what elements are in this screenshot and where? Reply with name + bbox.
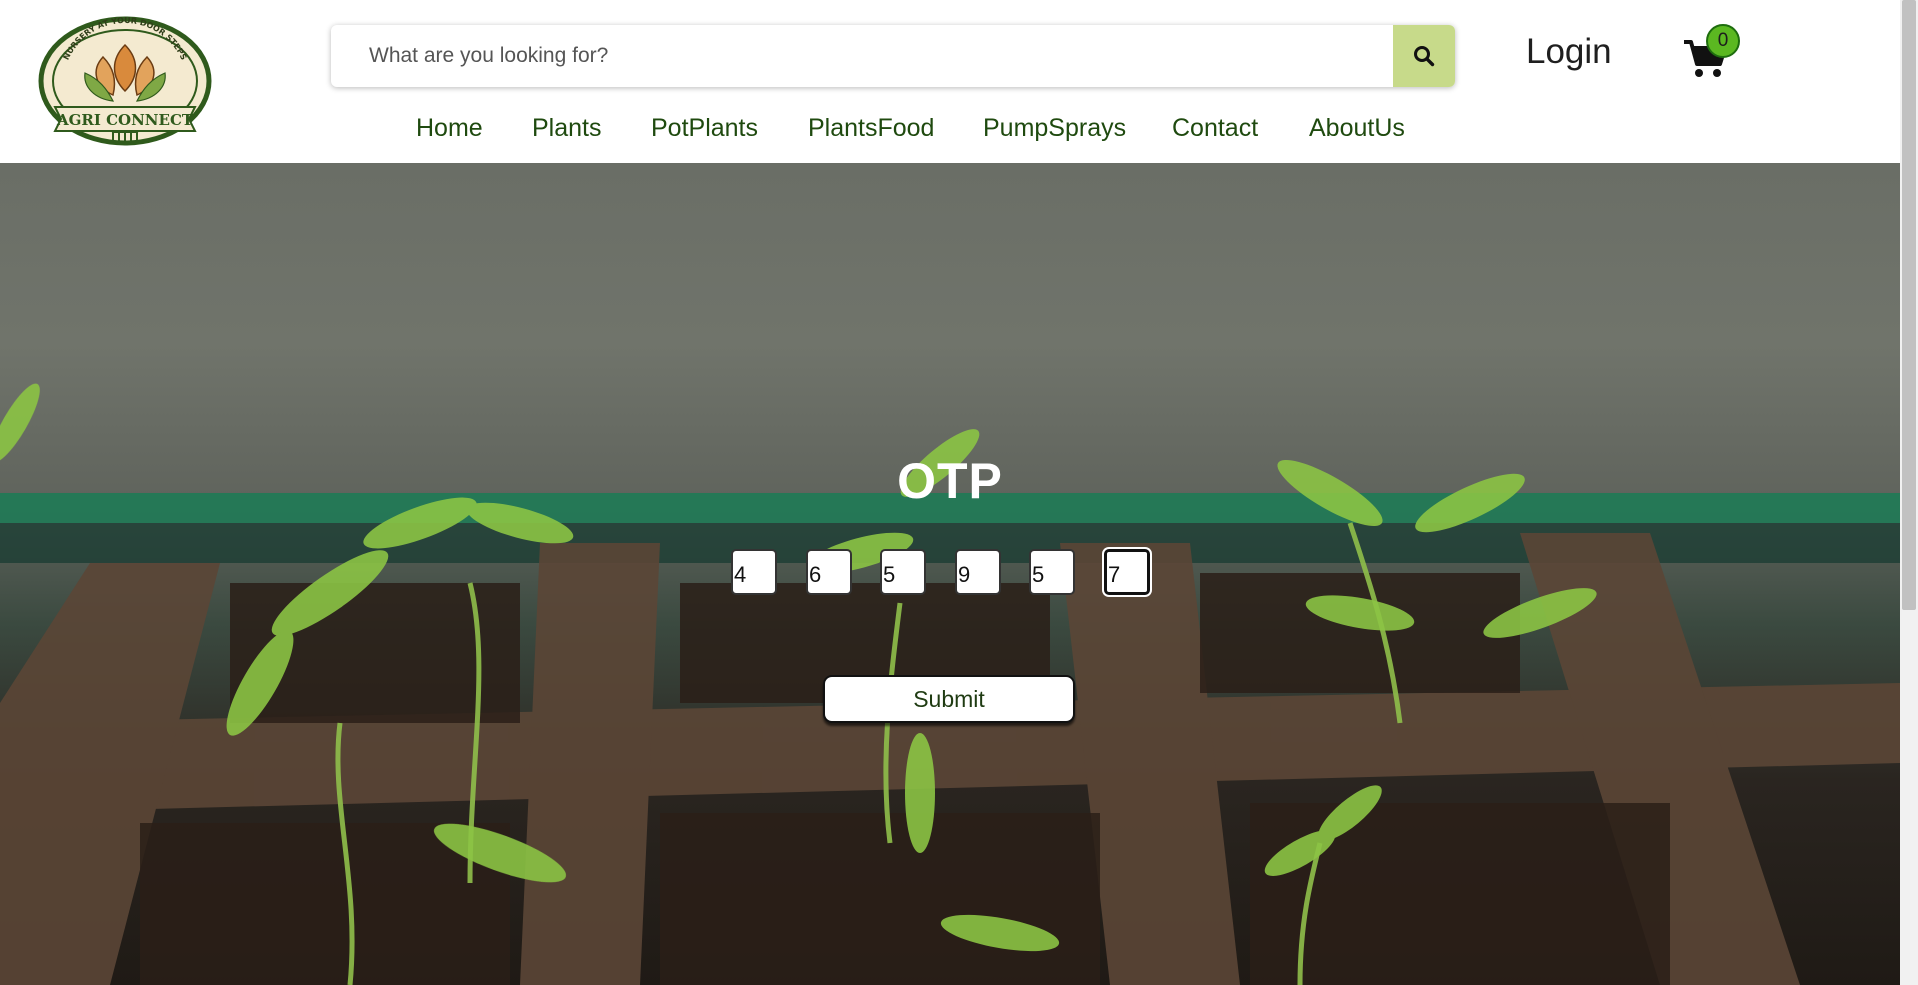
search-button[interactable] (1393, 25, 1455, 87)
otp-digit-5[interactable] (1029, 549, 1075, 595)
otp-digit-2[interactable] (806, 549, 852, 595)
cart-count-badge: 0 (1706, 24, 1740, 58)
scrollbar-thumb[interactable] (1902, 0, 1916, 610)
site-header: NURSERY AT YOUR DOOR STEPS AGRI CONNECT (0, 0, 1900, 163)
otp-digit-1[interactable] (731, 549, 777, 595)
nav-item-pumpsprays[interactable]: PumpSprays (983, 114, 1126, 143)
otp-digit-4[interactable] (955, 549, 1001, 595)
main-nav: Home Plants PotPlants PlantsFood PumpSpr… (0, 114, 1900, 148)
nav-item-home[interactable]: Home (416, 114, 483, 143)
seedling-tray-image (0, 383, 1900, 985)
otp-title: OTP (897, 453, 1003, 509)
nav-item-plants[interactable]: Plants (532, 114, 601, 143)
otp-digit-6[interactable] (1104, 549, 1150, 595)
search-bar (331, 25, 1455, 87)
hero-background: OTP Submit (0, 163, 1900, 985)
nav-item-potplants[interactable]: PotPlants (651, 114, 758, 143)
nav-item-contact[interactable]: Contact (1172, 114, 1258, 143)
search-icon (1414, 46, 1435, 67)
search-input[interactable] (331, 25, 1393, 87)
nav-item-plantsfood[interactable]: PlantsFood (808, 114, 934, 143)
otp-digit-3[interactable] (880, 549, 926, 595)
page-scrollbar[interactable] (1900, 0, 1918, 985)
nav-item-aboutus[interactable]: AboutUs (1309, 114, 1405, 143)
submit-button[interactable]: Submit (823, 675, 1075, 723)
login-link[interactable]: Login (1526, 34, 1612, 69)
